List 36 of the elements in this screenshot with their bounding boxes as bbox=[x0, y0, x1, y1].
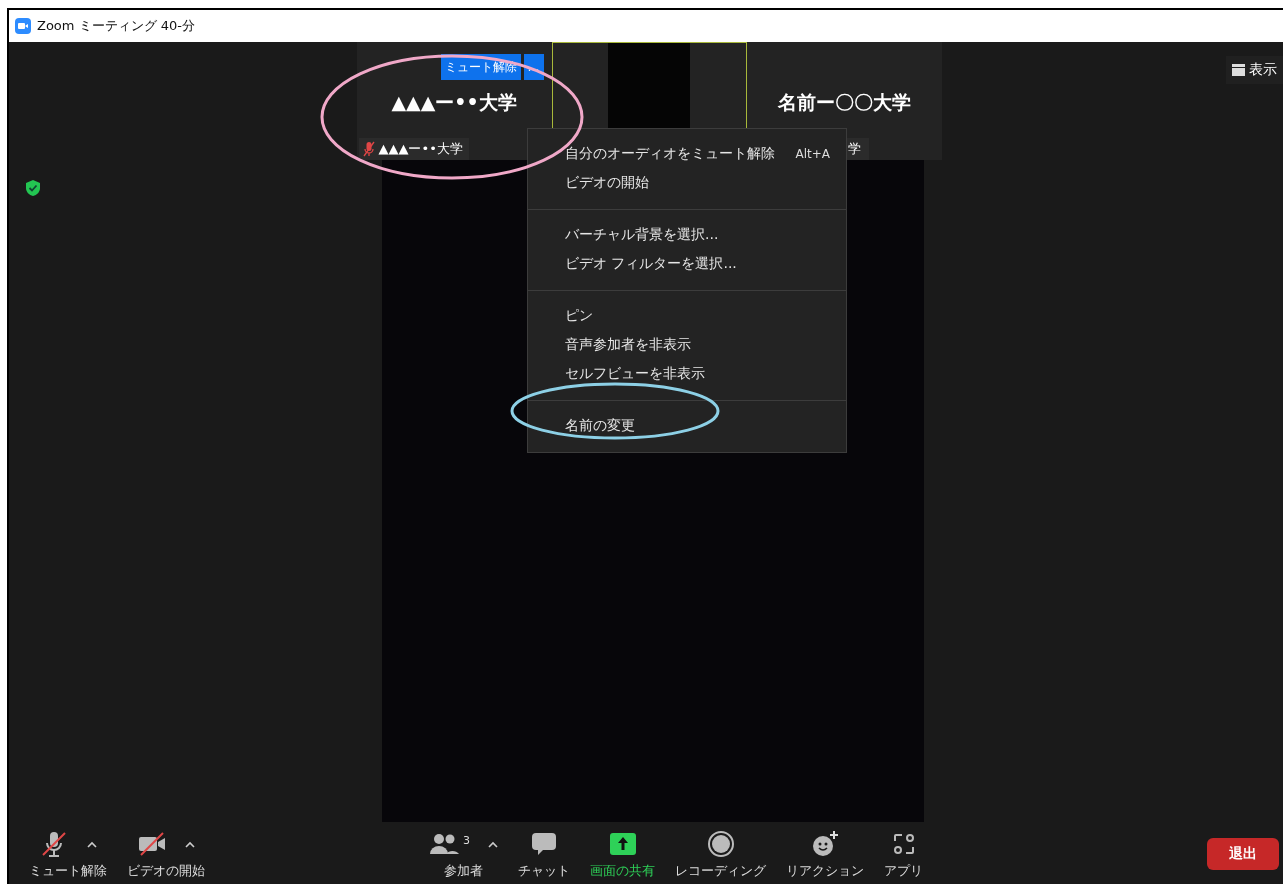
share-toolbar-button[interactable]: 画面の共有 bbox=[580, 828, 665, 884]
menu-item[interactable]: セルフビューを非表示 bbox=[528, 359, 846, 388]
label-text: 学 bbox=[847, 140, 861, 158]
menu-item[interactable]: ピン bbox=[528, 301, 846, 330]
window-title: Zoom ミーティング 40-分 bbox=[37, 17, 195, 35]
zoom-app-icon bbox=[15, 18, 31, 34]
record-toolbar-button[interactable]: レコーディング bbox=[665, 828, 776, 884]
mic-toolbar-button[interactable]: ミュート解除 bbox=[19, 828, 117, 884]
participant-name: 名前ー〇〇大学 bbox=[777, 90, 911, 115]
view-button[interactable]: 表示 bbox=[1226, 56, 1283, 84]
record-icon bbox=[706, 830, 735, 858]
grid-icon bbox=[1232, 64, 1245, 76]
participants-toolbar-button[interactable]: 3 参加者 bbox=[419, 828, 508, 884]
menu-item[interactable]: ビデオ フィルターを選択... bbox=[528, 249, 846, 278]
smiley-plus-icon bbox=[811, 830, 839, 858]
participant-count: 3 bbox=[463, 834, 470, 847]
caret-icon[interactable] bbox=[488, 840, 498, 848]
apps-toolbar-button[interactable]: アプリ bbox=[874, 828, 933, 884]
video-toolbar-button[interactable]: ビデオの開始 bbox=[117, 828, 215, 884]
apps-icon bbox=[891, 832, 916, 856]
menu-item[interactable]: 名前の変更 bbox=[528, 411, 846, 440]
chat-bubble-icon bbox=[530, 831, 558, 857]
caret-icon[interactable] bbox=[87, 840, 97, 848]
caret-icon[interactable] bbox=[185, 840, 195, 848]
participants-icon bbox=[429, 832, 459, 856]
share-screen-icon bbox=[608, 832, 637, 856]
menu-item[interactable]: 自分のオーディオをミュート解除 Alt+A bbox=[528, 139, 846, 168]
shield-check-icon bbox=[25, 179, 41, 197]
menu-item[interactable]: バーチャル背景を選択... bbox=[528, 220, 846, 249]
label-text: ▲▲▲ー••大学 bbox=[378, 140, 463, 158]
participant-name: ▲▲▲ー••大学 bbox=[391, 90, 517, 115]
menu-item[interactable]: ビデオの開始 bbox=[528, 168, 846, 197]
menu-item[interactable]: 音声参加者を非表示 bbox=[528, 330, 846, 359]
leave-button[interactable]: 退出 bbox=[1207, 838, 1279, 870]
chat-toolbar-button[interactable]: チャット bbox=[508, 828, 580, 884]
reaction-toolbar-button[interactable]: リアクション bbox=[776, 828, 874, 884]
